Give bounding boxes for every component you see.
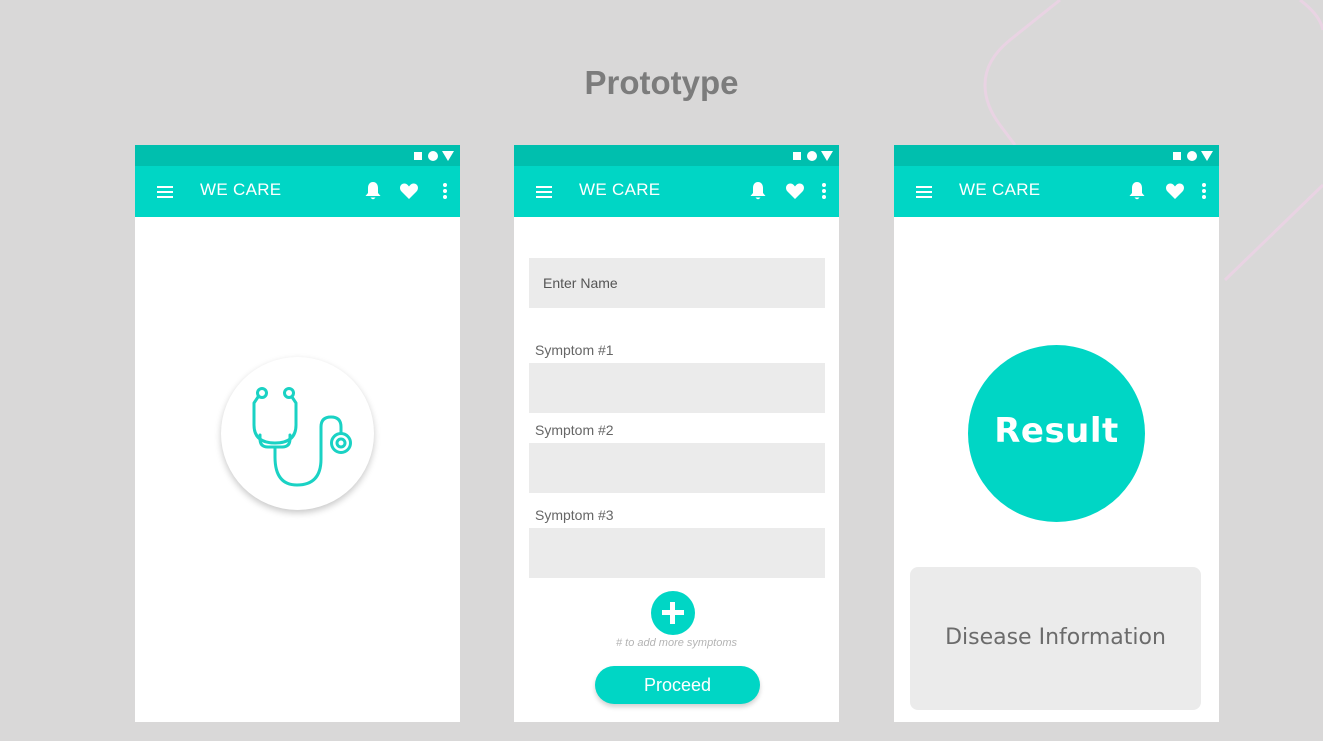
result-label: Result [994,411,1119,451]
symptom-3-label: Symptom #3 [535,507,614,523]
heart-icon[interactable] [399,182,419,200]
menu-icon[interactable] [916,184,932,198]
menu-icon[interactable] [536,184,552,198]
phone-symptom-form-screen: WE CARE Symptom #1 Symptom #2 Symptom #3… [514,145,839,722]
app-title: WE CARE [959,180,1041,199]
status-bar [894,145,1219,166]
symptom-1-label: Symptom #1 [535,342,614,358]
name-input[interactable] [529,258,825,308]
heart-icon[interactable] [785,182,805,200]
triangle-icon [1201,151,1213,161]
bell-icon[interactable] [1128,181,1146,201]
more-vert-icon[interactable] [822,183,826,199]
circle-icon [1187,151,1197,161]
symptom-2-label: Symptom #2 [535,422,614,438]
add-symptom-button[interactable] [651,591,695,635]
status-bar [135,145,460,166]
app-title: WE CARE [200,180,282,199]
symptom-1-input[interactable] [529,363,825,413]
app-bar: WE CARE [894,166,1219,217]
phone-result-screen: WE CARE Result Disease Information [894,145,1219,722]
page-title: Prototype [584,64,739,101]
circle-icon [428,151,438,161]
bell-icon[interactable] [749,181,767,201]
app-title: WE CARE [579,180,661,199]
bell-icon[interactable] [364,181,382,201]
stethoscope-icon [252,387,352,487]
heart-icon[interactable] [1165,182,1185,200]
app-bar: WE CARE [135,166,460,217]
symptom-3-input[interactable] [529,528,825,578]
result-circle[interactable]: Result [968,345,1145,522]
square-icon [793,152,801,160]
square-icon [1173,152,1181,160]
menu-icon[interactable] [157,184,173,198]
phone-splash-screen: WE CARE [135,145,460,722]
proceed-button[interactable]: Proceed [595,666,760,704]
square-icon [414,152,422,160]
more-vert-icon[interactable] [1202,183,1206,199]
status-bar [514,145,839,166]
more-vert-icon[interactable] [443,183,447,199]
disease-information-card[interactable]: Disease Information [910,567,1201,710]
triangle-icon [821,151,833,161]
triangle-icon [442,151,454,161]
app-bar: WE CARE [514,166,839,217]
circle-icon [807,151,817,161]
add-symptoms-hint: # to add more symptoms [615,637,738,649]
logo-badge [221,357,374,510]
disease-information-label: Disease Information [945,625,1166,650]
symptom-2-input[interactable] [529,443,825,493]
